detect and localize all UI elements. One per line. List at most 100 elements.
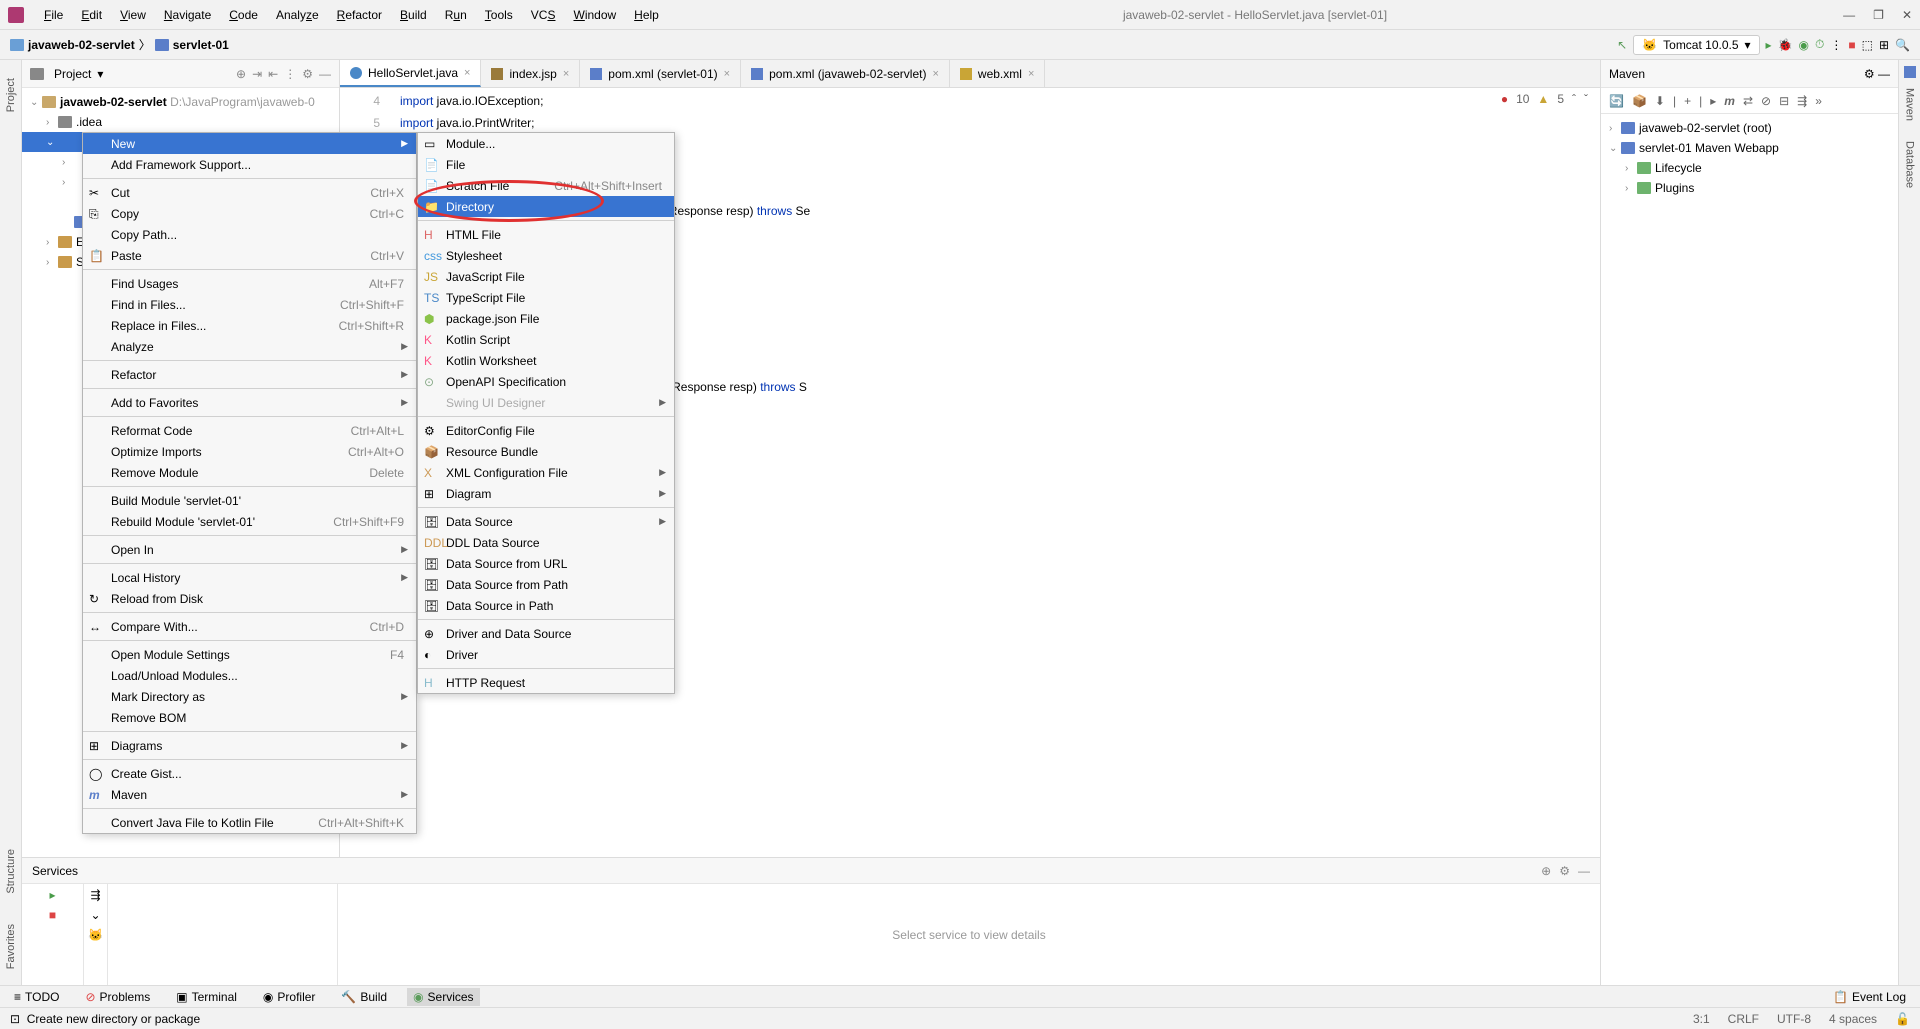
menu-new[interactable]: New▶: [83, 133, 416, 154]
submenu-driver[interactable]: ◐Driver: [418, 644, 674, 665]
menu-build[interactable]: Build: [392, 5, 435, 25]
close-icon[interactable]: ×: [724, 68, 730, 80]
submenu-typescript[interactable]: TSTypeScript File: [418, 287, 674, 308]
line-separator[interactable]: CRLF: [1728, 1012, 1759, 1026]
chevron-up-icon[interactable]: ˆ: [1572, 92, 1576, 106]
menu-build-module[interactable]: Build Module 'servlet-01': [83, 490, 416, 511]
maven-plugins[interactable]: ›Plugins: [1601, 178, 1898, 198]
download-icon[interactable]: ⬇: [1655, 94, 1665, 108]
maven-lifecycle[interactable]: ›Lifecycle: [1601, 158, 1898, 178]
submenu-javascript[interactable]: JSJavaScript File: [418, 266, 674, 287]
execute-icon[interactable]: m: [1724, 94, 1735, 108]
stop-icon[interactable]: ■: [49, 908, 56, 922]
menu-run[interactable]: Run: [437, 5, 475, 25]
problems-button[interactable]: ⊘Problems: [79, 988, 156, 1006]
collapse-icon[interactable]: ⊟: [1779, 94, 1789, 108]
close-icon[interactable]: ×: [464, 67, 470, 79]
tree-item-idea[interactable]: › .idea: [22, 112, 339, 132]
hammer-icon[interactable]: ↖: [1617, 38, 1627, 52]
maven-tree[interactable]: ›javaweb-02-servlet (root) ⌄servlet-01 M…: [1601, 114, 1898, 202]
hide-icon[interactable]: —: [1578, 864, 1590, 878]
menu-reformat[interactable]: Reformat CodeCtrl+Alt+L: [83, 420, 416, 441]
menu-window[interactable]: Window: [565, 5, 624, 25]
submenu-xml-config[interactable]: XXML Configuration File▶: [418, 462, 674, 483]
project-tool-button[interactable]: Project: [5, 78, 17, 112]
menu-convert-kotlin[interactable]: Convert Java File to Kotlin FileCtrl+Alt…: [83, 812, 416, 833]
menu-rebuild-module[interactable]: Rebuild Module 'servlet-01'Ctrl+Shift+F9: [83, 511, 416, 532]
chevron-down-icon[interactable]: ˇ: [1584, 92, 1588, 106]
menu-analyze[interactable]: Analyze: [268, 5, 327, 25]
expand-icon[interactable]: ⌄: [90, 908, 100, 922]
project-panel-title[interactable]: Project: [54, 67, 91, 81]
submenu-package-json[interactable]: ⬢package.json File: [418, 308, 674, 329]
run-icon[interactable]: ▸: [1710, 94, 1716, 108]
menu-vcs[interactable]: VCS: [523, 5, 564, 25]
minimize-button[interactable]: —: [1843, 8, 1855, 22]
submenu-diagram[interactable]: ⊞Diagram▶: [418, 483, 674, 504]
profiler-button[interactable]: ◉Profiler: [257, 988, 322, 1006]
close-icon[interactable]: ×: [1028, 68, 1034, 80]
profile-button[interactable]: ⏱: [1815, 37, 1824, 52]
tab-hello-servlet[interactable]: HelloServlet.java×: [340, 60, 481, 87]
menu-edit[interactable]: Edit: [73, 5, 110, 25]
gear-icon[interactable]: ⚙: [1864, 67, 1875, 81]
menu-favorites[interactable]: Add to Favorites▶: [83, 392, 416, 413]
database-tool-button[interactable]: Database: [1904, 141, 1916, 188]
submenu-resource-bundle[interactable]: 📦Resource Bundle: [418, 441, 674, 462]
indent[interactable]: 4 spaces: [1829, 1012, 1877, 1026]
tab-web-xml[interactable]: web.xml×: [950, 60, 1045, 87]
menu-replace-files[interactable]: Replace in Files...Ctrl+Shift+R: [83, 315, 416, 336]
menu-copy[interactable]: ⎘CopyCtrl+C: [83, 203, 416, 224]
menu-refactor[interactable]: Refactor▶: [83, 364, 416, 385]
breadcrumb-root[interactable]: javaweb-02-servlet: [28, 38, 135, 52]
generate-icon[interactable]: 📦: [1632, 94, 1647, 108]
gear-icon[interactable]: ⚙: [302, 67, 313, 81]
collapse-icon[interactable]: ⇥: [252, 67, 262, 81]
menu-remove-bom[interactable]: Remove BOM: [83, 707, 416, 728]
tab-index-jsp[interactable]: index.jsp×: [481, 60, 580, 87]
menu-copy-path[interactable]: Copy Path...: [83, 224, 416, 245]
coverage-button[interactable]: ◉: [1799, 38, 1809, 52]
menu-create-gist[interactable]: ◯Create Gist...: [83, 763, 416, 784]
menu-local-history[interactable]: Local History▶: [83, 567, 416, 588]
menu-navigate[interactable]: Navigate: [156, 5, 219, 25]
submenu-file[interactable]: 📄File: [418, 154, 674, 175]
menu-cut[interactable]: ✂CutCtrl+X: [83, 182, 416, 203]
menu-refactor[interactable]: Refactor: [329, 5, 390, 25]
inspection-widget[interactable]: ●10 ▲5 ˆ ˇ: [1501, 92, 1588, 106]
submenu-ds-in-path[interactable]: 🗄Data Source in Path: [418, 595, 674, 616]
run-icon[interactable]: ▸: [49, 888, 55, 902]
breadcrumb[interactable]: javaweb-02-servlet 〉 servlet-01: [10, 36, 229, 53]
submenu-stylesheet[interactable]: cssStylesheet: [418, 245, 674, 266]
maven-tool-button[interactable]: Maven: [1904, 88, 1916, 121]
submenu-driver-ds[interactable]: ⊕Driver and Data Source: [418, 623, 674, 644]
hide-icon[interactable]: —: [1878, 67, 1890, 81]
menu-add-framework[interactable]: Add Framework Support...: [83, 154, 416, 175]
maximize-button[interactable]: ❐: [1873, 8, 1884, 22]
encoding[interactable]: UTF-8: [1777, 1012, 1811, 1026]
offline-icon[interactable]: ⊘: [1761, 94, 1771, 108]
menu-remove-module[interactable]: Remove ModuleDelete: [83, 462, 416, 483]
run-config-selector[interactable]: 🐱 Tomcat 10.0.5 ▾: [1633, 35, 1759, 55]
menu-mark-dir[interactable]: Mark Directory as▶: [83, 686, 416, 707]
menu-open-in[interactable]: Open In▶: [83, 539, 416, 560]
menu-find-usages[interactable]: Find UsagesAlt+F7: [83, 273, 416, 294]
tab-pom-root[interactable]: pom.xml (javaweb-02-servlet)×: [741, 60, 950, 87]
reload-icon[interactable]: 🔄: [1609, 94, 1624, 108]
todo-button[interactable]: ≡TODO: [8, 988, 65, 1006]
submenu-kotlin-ws[interactable]: KKotlin Worksheet: [418, 350, 674, 371]
git-icon[interactable]: ⬚: [1862, 38, 1873, 52]
menu-module-settings[interactable]: Open Module SettingsF4: [83, 644, 416, 665]
submenu-ds-path[interactable]: 🗄Data Source from Path: [418, 574, 674, 595]
add-icon[interactable]: ⊕: [1541, 864, 1551, 878]
maven-tool-icon[interactable]: [1904, 66, 1916, 78]
tomcat-icon[interactable]: 🐱: [88, 928, 103, 942]
more-icon[interactable]: »: [1815, 94, 1822, 108]
target-icon[interactable]: ⊕: [236, 67, 246, 81]
menu-view[interactable]: View: [112, 5, 154, 25]
add-icon[interactable]: +: [1684, 94, 1691, 108]
submenu-swing[interactable]: Swing UI Designer▶: [418, 392, 674, 413]
menu-optimize[interactable]: Optimize ImportsCtrl+Alt+O: [83, 441, 416, 462]
menu-reload-disk[interactable]: ↻Reload from Disk: [83, 588, 416, 609]
toggle-icon[interactable]: ⇄: [1743, 94, 1753, 108]
